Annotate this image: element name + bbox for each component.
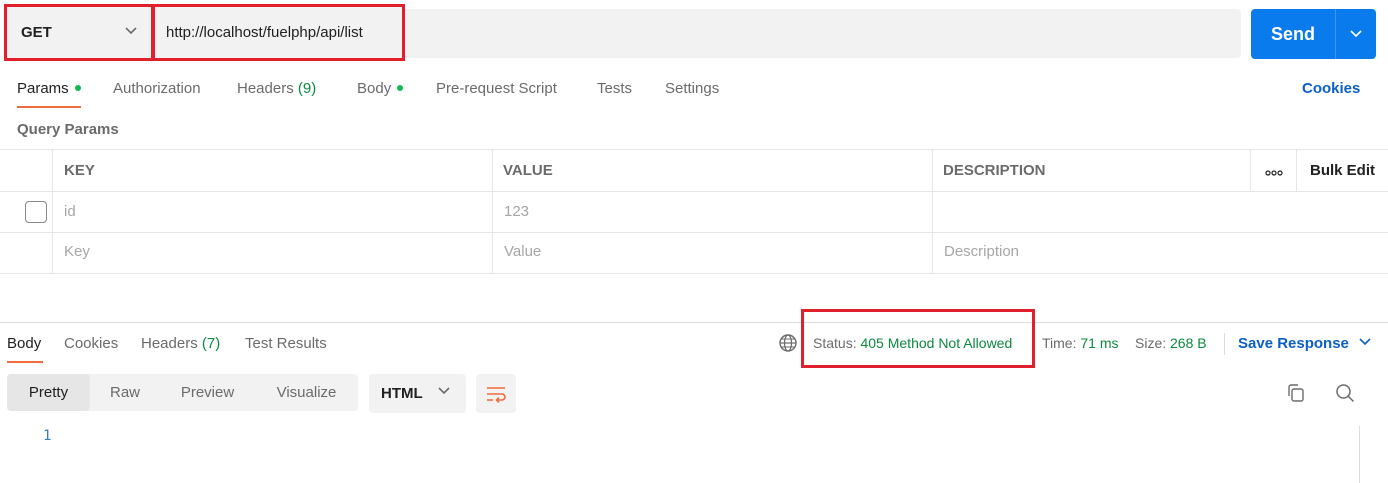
- view-visualize[interactable]: Visualize: [255, 374, 358, 411]
- tab-pre-request-script[interactable]: Pre-request Script: [436, 80, 557, 97]
- column-header-value: VALUE: [503, 162, 553, 179]
- column-divider: [932, 149, 933, 274]
- active-tab-indicator: [7, 361, 43, 363]
- table-row: [0, 233, 1388, 274]
- column-divider: [1296, 149, 1297, 192]
- method-value: GET: [21, 24, 52, 41]
- tab-label: Body: [357, 80, 392, 97]
- send-button[interactable]: Send: [1251, 9, 1335, 59]
- tab-label: Pre-request Script: [436, 80, 557, 97]
- url-value: http://localhost/fuelphp/api/list: [166, 24, 363, 41]
- tab-authorization[interactable]: Authorization: [113, 80, 201, 97]
- new-key-input[interactable]: Key: [64, 243, 90, 260]
- view-mode-toggle: Pretty Raw Preview Visualize: [7, 374, 358, 411]
- tab-body[interactable]: Body: [357, 80, 404, 97]
- active-dot: [397, 85, 404, 91]
- format-select[interactable]: HTML: [369, 374, 466, 413]
- format-value: HTML: [381, 385, 423, 402]
- query-params-title: Query Params: [17, 121, 119, 138]
- table-header-row: [0, 150, 1388, 192]
- method-select[interactable]: GET: [4, 4, 154, 61]
- tab-label: Authorization: [113, 80, 201, 97]
- response-status[interactable]: Status: 405 Method Not Allowed: [813, 335, 1012, 351]
- time-label: Time:: [1042, 335, 1077, 351]
- active-tab-indicator: [17, 106, 81, 108]
- tab-label: Tests: [597, 80, 633, 97]
- search-icon[interactable]: [1335, 383, 1355, 403]
- status-label: Status:: [813, 335, 857, 351]
- tab-params[interactable]: Params: [17, 80, 81, 97]
- status-value: 405 Method Not Allowed: [860, 335, 1013, 351]
- response-tab-body[interactable]: Body: [7, 335, 41, 352]
- view-preview[interactable]: Preview: [160, 374, 255, 411]
- param-key[interactable]: id: [64, 203, 76, 220]
- wrap-lines-button[interactable]: [476, 374, 516, 413]
- new-description-input[interactable]: Description: [944, 243, 1019, 260]
- new-value-input[interactable]: Value: [504, 243, 541, 260]
- tab-headers[interactable]: Headers (9): [237, 80, 316, 97]
- cookies-link[interactable]: Cookies: [1302, 80, 1360, 97]
- column-divider: [492, 149, 493, 274]
- scrollbar[interactable]: [1359, 426, 1360, 483]
- column-header-description: DESCRIPTION: [943, 162, 1046, 179]
- response-time[interactable]: Time: 71 ms: [1042, 335, 1119, 351]
- param-value[interactable]: 123: [504, 203, 529, 220]
- response-tab-headers[interactable]: Headers (7): [141, 335, 220, 352]
- param-enabled-checkbox[interactable]: [25, 201, 47, 223]
- chevron-down-icon: [1350, 30, 1362, 38]
- url-input[interactable]: http://localhost/fuelphp/api/list: [152, 4, 405, 61]
- save-response-button[interactable]: Save Response: [1238, 335, 1371, 352]
- response-divider[interactable]: [0, 322, 1388, 323]
- tab-tests[interactable]: Tests: [597, 80, 632, 97]
- bulk-edit-button[interactable]: Bulk Edit: [1310, 162, 1375, 179]
- tab-label: Params: [17, 80, 69, 97]
- size-label: Size:: [1135, 335, 1167, 351]
- tab-label: Body: [7, 335, 42, 352]
- send-button-group: Send: [1251, 9, 1376, 59]
- tab-label: Headers: [237, 80, 294, 97]
- response-size[interactable]: Size: 268 B: [1135, 335, 1207, 351]
- column-divider: [1250, 149, 1251, 192]
- more-options-icon[interactable]: [1265, 170, 1283, 176]
- copy-icon[interactable]: [1286, 383, 1306, 403]
- table-row: [0, 192, 1388, 233]
- response-tab-cookies[interactable]: Cookies: [64, 335, 118, 352]
- tab-count: (7): [201, 335, 221, 352]
- active-dot: [74, 85, 81, 91]
- tab-label: Settings: [665, 80, 720, 97]
- tab-label: Headers: [141, 335, 198, 352]
- chevron-down-icon: [125, 27, 137, 35]
- chevron-down-icon: [1359, 338, 1371, 346]
- tab-label: Test Results: [245, 335, 327, 352]
- line-number: 1: [43, 428, 52, 444]
- time-value: 71 ms: [1080, 335, 1119, 351]
- column-divider: [52, 149, 53, 274]
- column-header-key: KEY: [64, 162, 95, 179]
- view-pretty[interactable]: Pretty: [7, 374, 90, 411]
- tab-count: (9): [297, 80, 317, 97]
- tab-settings[interactable]: Settings: [665, 80, 719, 97]
- chevron-down-icon: [438, 387, 450, 395]
- send-options-button[interactable]: [1336, 9, 1376, 59]
- response-tab-test-results[interactable]: Test Results: [245, 335, 327, 352]
- divider: [1224, 333, 1225, 355]
- wrap-lines-icon: [487, 386, 506, 403]
- tab-label: Cookies: [64, 335, 119, 352]
- view-raw[interactable]: Raw: [90, 374, 160, 411]
- globe-icon[interactable]: [778, 333, 798, 353]
- save-response-label: Save Response: [1238, 335, 1349, 352]
- size-value: 268 B: [1170, 335, 1207, 351]
